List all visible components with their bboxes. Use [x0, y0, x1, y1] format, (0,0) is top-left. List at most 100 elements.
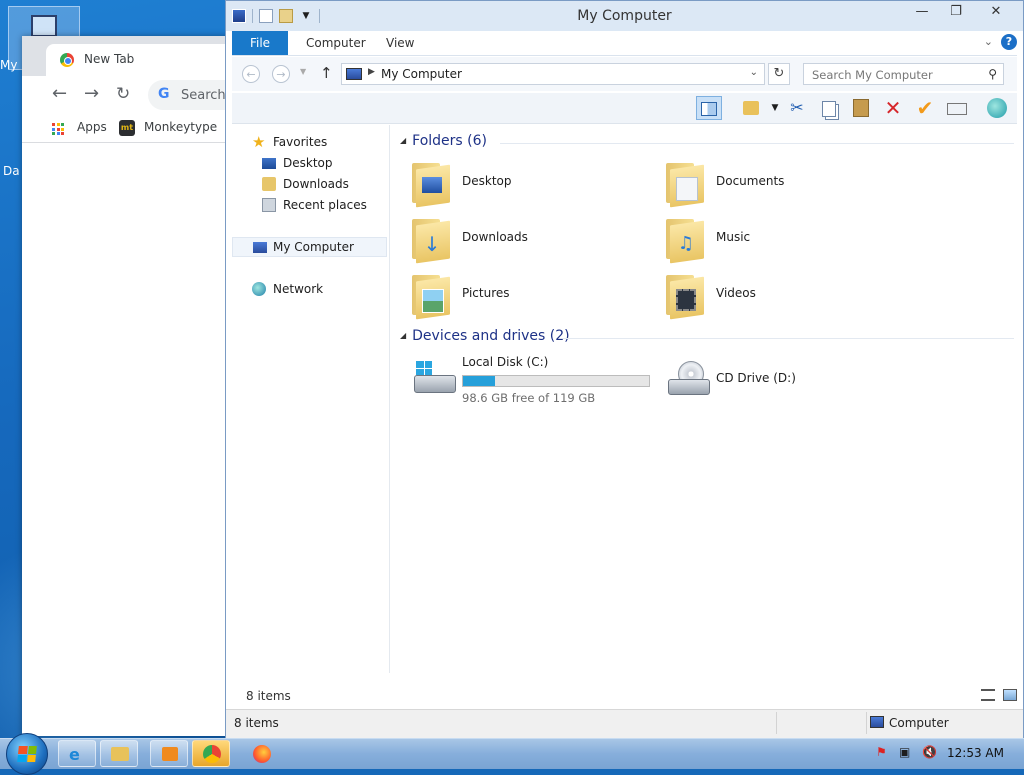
maximize-button[interactable]: ❐ [939, 1, 973, 23]
folder-videos[interactable]: Videos [664, 269, 904, 320]
computer-small-icon [346, 68, 362, 80]
folder-icon: ↓ [410, 217, 454, 264]
drive-free-space: 98.6 GB free of 119 GB [462, 391, 596, 405]
expand-ribbon-chevron-icon[interactable]: ⌄ [984, 35, 993, 48]
nav-network[interactable]: Network [232, 279, 387, 299]
up-arrow-icon[interactable]: ↑ [320, 64, 333, 82]
folder-options-icon[interactable] [738, 96, 764, 120]
windows-logo-icon [17, 746, 37, 762]
nav-label: My Computer [273, 240, 354, 254]
details-view-icon[interactable] [981, 689, 995, 701]
group-header-devices[interactable]: ◢ Devices and drives (2) [400, 328, 570, 344]
divider [866, 712, 867, 734]
folder-icon [111, 747, 129, 761]
back-arrow-icon[interactable]: ← [242, 65, 260, 83]
action-center-alert-icon[interactable]: ⚑ [876, 745, 887, 759]
nav-label: Network [273, 282, 324, 296]
monkeytype-icon: mt [119, 120, 135, 136]
tab-view[interactable]: View [372, 31, 428, 55]
delete-icon[interactable]: ✕ [880, 96, 906, 120]
bookmark-apps[interactable]: Apps [77, 120, 107, 134]
copy-icon[interactable] [816, 96, 842, 120]
paste-icon[interactable] [848, 96, 874, 120]
back-arrow-icon[interactable]: ← [52, 85, 67, 103]
chrome-toolbar: ← → ↻ G Search [22, 76, 248, 114]
folder-music[interactable]: ♫ Music [664, 213, 904, 264]
divider [776, 712, 777, 734]
apps-grid-icon[interactable] [52, 123, 64, 135]
explorer-window: ▼ My Computer — ❐ ✕ File Computer View ⌄… [225, 0, 1024, 738]
drive-usage-bar [462, 375, 650, 387]
close-button[interactable]: ✕ [973, 1, 1019, 23]
nav-my-computer[interactable]: My Computer [232, 237, 387, 257]
nav-desktop[interactable]: Desktop [232, 153, 387, 173]
folder-desktop[interactable]: Desktop [410, 157, 650, 208]
taskbar-file-explorer[interactable] [100, 740, 138, 767]
folder-icon [410, 161, 454, 208]
folder-downloads[interactable]: ↓ Downloads [410, 213, 650, 264]
google-g-icon: G [158, 86, 170, 102]
drive-label: Local Disk (C:) [462, 355, 549, 369]
forward-arrow-icon[interactable]: → [272, 65, 290, 83]
cd-drive-icon [664, 361, 712, 397]
file-list: ◢ Folders (6) Desktop Documents ↓ Downloa… [390, 125, 1014, 685]
volume-muted-icon[interactable]: 🔇 [922, 745, 937, 759]
nav-downloads[interactable]: Downloads [232, 174, 387, 194]
command-toolbar: ▼ ✂ ✕ ✔ [232, 93, 1017, 124]
group-header-folders[interactable]: ◢ Folders (6) [400, 133, 487, 149]
tab-computer[interactable]: Computer [292, 31, 380, 55]
collapse-triangle-icon[interactable]: ◢ [400, 331, 406, 340]
network-tray-icon[interactable]: ▣ [899, 745, 910, 759]
tab-file[interactable]: File [232, 31, 288, 55]
drive-d[interactable]: CD Drive (D:) [664, 353, 904, 401]
minimize-button[interactable]: — [905, 1, 939, 23]
network-globe-icon[interactable] [984, 96, 1010, 120]
refresh-icon[interactable]: ↻ [768, 63, 790, 85]
folder-documents[interactable]: Documents [664, 157, 904, 208]
rename-check-icon[interactable]: ✔ [912, 96, 938, 120]
reload-icon[interactable]: ↻ [116, 85, 130, 103]
folder-icon [664, 273, 708, 320]
tab-title: New Tab [84, 52, 135, 66]
breadcrumb-separator-icon[interactable]: ▶ [368, 67, 375, 77]
internet-explorer-icon: e [69, 745, 80, 764]
taskbar-chrome[interactable] [192, 740, 230, 767]
title-bar: ▼ My Computer — ❐ ✕ [226, 1, 1023, 31]
item-count: 8 items [234, 716, 279, 730]
taskbar-media-player[interactable] [150, 740, 188, 767]
chrome-tab-strip: New Tab [22, 36, 236, 76]
tab-new-tab[interactable]: New Tab [46, 44, 236, 76]
clock[interactable]: 12:53 AM [947, 746, 1004, 760]
cut-icon[interactable]: ✂ [784, 96, 810, 120]
nav-label: Downloads [283, 177, 349, 191]
address-dropdown-icon[interactable]: ⌄ [750, 67, 758, 78]
taskbar-firefox[interactable] [242, 740, 280, 767]
nav-recent-places[interactable]: Recent places [232, 195, 387, 215]
properties-icon[interactable] [944, 96, 970, 120]
bookmark-monkeytype[interactable]: Monkeytype [144, 120, 217, 134]
folder-label: Music [716, 230, 751, 244]
address-bar[interactable]: ▶ My Computer ⌄ [341, 63, 765, 85]
preview-pane-icon[interactable] [696, 96, 722, 120]
search-icon[interactable]: ⚲ [988, 67, 997, 81]
large-icons-view-icon[interactable] [1003, 689, 1017, 701]
recent-locations-icon[interactable]: ▼ [300, 67, 306, 76]
folder-pictures[interactable]: Pictures [410, 269, 650, 320]
taskbar-internet-explorer[interactable]: e [58, 740, 96, 767]
start-button[interactable] [6, 733, 48, 775]
desktop-icon-label: Da [3, 164, 20, 178]
forward-arrow-icon[interactable]: → [84, 85, 99, 103]
collapse-triangle-icon[interactable]: ◢ [400, 136, 406, 145]
breadcrumb[interactable]: My Computer [381, 67, 462, 81]
drive-c[interactable]: Local Disk (C:) 98.6 GB free of 119 GB [410, 353, 660, 405]
window-title: My Computer [577, 8, 672, 24]
search-input[interactable]: Search My Computer ⚲ [803, 63, 1004, 85]
folder-label: Desktop [462, 174, 512, 188]
ribbon-tabs: File Computer View ⌄ ? [232, 31, 1017, 56]
firefox-icon [253, 745, 271, 763]
help-icon[interactable]: ? [1001, 34, 1017, 50]
folder-icon [664, 161, 708, 208]
folder-icon: ♫ [664, 217, 708, 264]
nav-favorites[interactable]: ★ Favorites [232, 132, 387, 152]
folder-icon [410, 273, 454, 320]
